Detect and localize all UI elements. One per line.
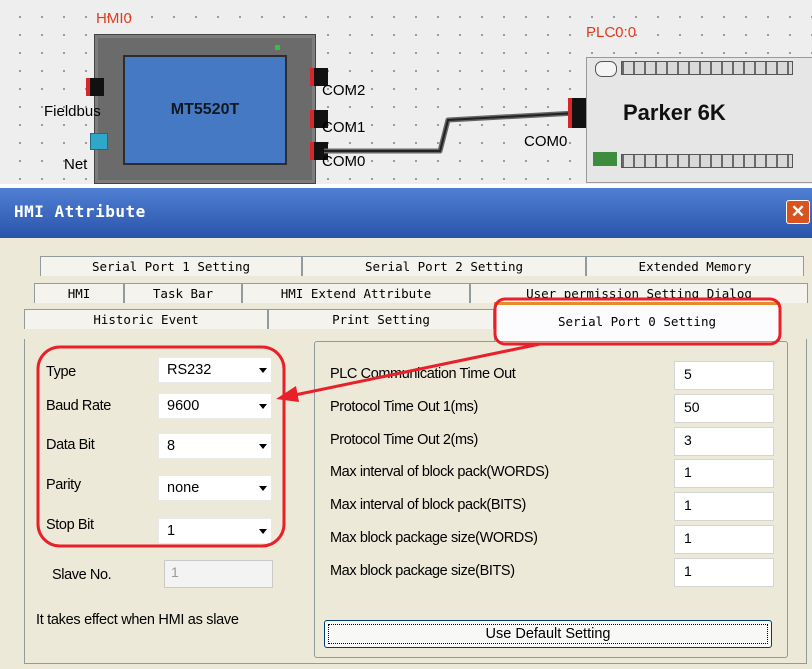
param-value: 3 [684, 432, 692, 448]
close-button[interactable]: ✕ [786, 200, 810, 224]
plc-label: PLC0:0 [586, 24, 637, 41]
param-value: 5 [684, 366, 692, 382]
default-button-label: Use Default Setting [485, 626, 611, 642]
plc-connector-icon [595, 61, 617, 77]
type-label: Type [46, 364, 76, 380]
slave-no-value: 1 [171, 564, 179, 580]
chevron-down-icon [259, 368, 267, 373]
plc-device[interactable]: Parker 6K [586, 57, 812, 183]
max-interval-words-input[interactable]: 1 [674, 459, 774, 488]
param-label: Max interval of block pack(WORDS) [330, 464, 549, 480]
param-value: 1 [684, 497, 692, 513]
data-bit-value: 8 [167, 438, 176, 454]
param-label: Max block package size(WORDS) [330, 530, 538, 546]
tab-serial-port-1[interactable]: Serial Port 1 Setting [40, 256, 302, 276]
chevron-down-icon [259, 404, 267, 409]
protocol-timeout-1-input[interactable]: 50 [674, 394, 774, 423]
baud-rate-select[interactable]: 9600 [158, 393, 272, 419]
tab-serial-port-0[interactable]: Serial Port 0 Setting [494, 302, 780, 342]
slave-no-input[interactable]: 1 [164, 560, 273, 588]
project-canvas[interactable]: HMI0 MT5520T Fieldbus Net COM2 COM1 COM0… [0, 0, 812, 184]
param-value: 1 [684, 530, 692, 546]
param-label: Max interval of block pack(BITS) [330, 497, 526, 513]
param-label: Max block package size(BITS) [330, 563, 515, 579]
baud-rate-value: 9600 [167, 398, 200, 414]
tab-print-setting[interactable]: Print Setting [268, 309, 494, 329]
baud-rate-label: Baud Rate [46, 398, 111, 414]
data-bit-label: Data Bit [46, 437, 95, 453]
plc-timeout-input[interactable]: 5 [674, 361, 774, 390]
type-value: RS232 [167, 362, 212, 378]
chevron-down-icon [259, 529, 267, 534]
stop-bit-select[interactable]: 1 [158, 518, 272, 544]
parity-label: Parity [46, 477, 81, 493]
tab-task-bar[interactable]: Task Bar [124, 283, 242, 303]
slave-no-label: Slave No. [52, 567, 112, 583]
stop-bit-value: 1 [167, 523, 176, 539]
max-interval-bits-input[interactable]: 1 [674, 492, 774, 521]
tab-serial-port-2[interactable]: Serial Port 2 Setting [302, 256, 586, 276]
param-label: Protocol Time Out 1(ms) [330, 399, 478, 415]
tab-historic-event[interactable]: Historic Event [24, 309, 268, 329]
tab-hmi[interactable]: HMI [34, 283, 124, 303]
use-default-setting-button[interactable]: Use Default Setting [324, 620, 772, 648]
led-bank-icon [593, 152, 617, 166]
parity-value: none [167, 480, 200, 496]
tab-extended-memory[interactable]: Extended Memory [586, 256, 804, 276]
chevron-down-icon [259, 486, 267, 491]
type-select[interactable]: RS232 [158, 357, 272, 383]
param-label: PLC Communication Time Out [330, 366, 516, 382]
slave-note: It takes effect when HMI as slave [36, 612, 239, 628]
close-icon: ✕ [790, 202, 806, 221]
param-value: 1 [684, 464, 692, 480]
max-package-bits-input[interactable]: 1 [674, 558, 774, 587]
plc-name-label: Parker 6K [623, 100, 726, 125]
param-value: 50 [684, 399, 700, 415]
parity-select[interactable]: none [158, 475, 272, 501]
tab-hmi-extend-attribute[interactable]: HMI Extend Attribute [242, 283, 470, 303]
terminal-strip-icon [621, 154, 793, 168]
protocol-timeout-2-input[interactable]: 3 [674, 427, 774, 456]
param-label: Protocol Time Out 2(ms) [330, 432, 478, 448]
tab-user-permission[interactable]: User permission Setting Dialog [470, 283, 808, 303]
param-value: 1 [684, 563, 692, 579]
plc-port-label: COM0 [524, 133, 568, 150]
dialog-titlebar[interactable]: HMI Attribute ✕ [0, 188, 812, 238]
chevron-down-icon [259, 444, 267, 449]
data-bit-select[interactable]: 8 [158, 433, 272, 459]
dialog-title: HMI Attribute [14, 202, 146, 221]
max-package-words-input[interactable]: 1 [674, 525, 774, 554]
stop-bit-label: Stop Bit [46, 517, 94, 533]
terminal-strip-icon [621, 61, 793, 75]
